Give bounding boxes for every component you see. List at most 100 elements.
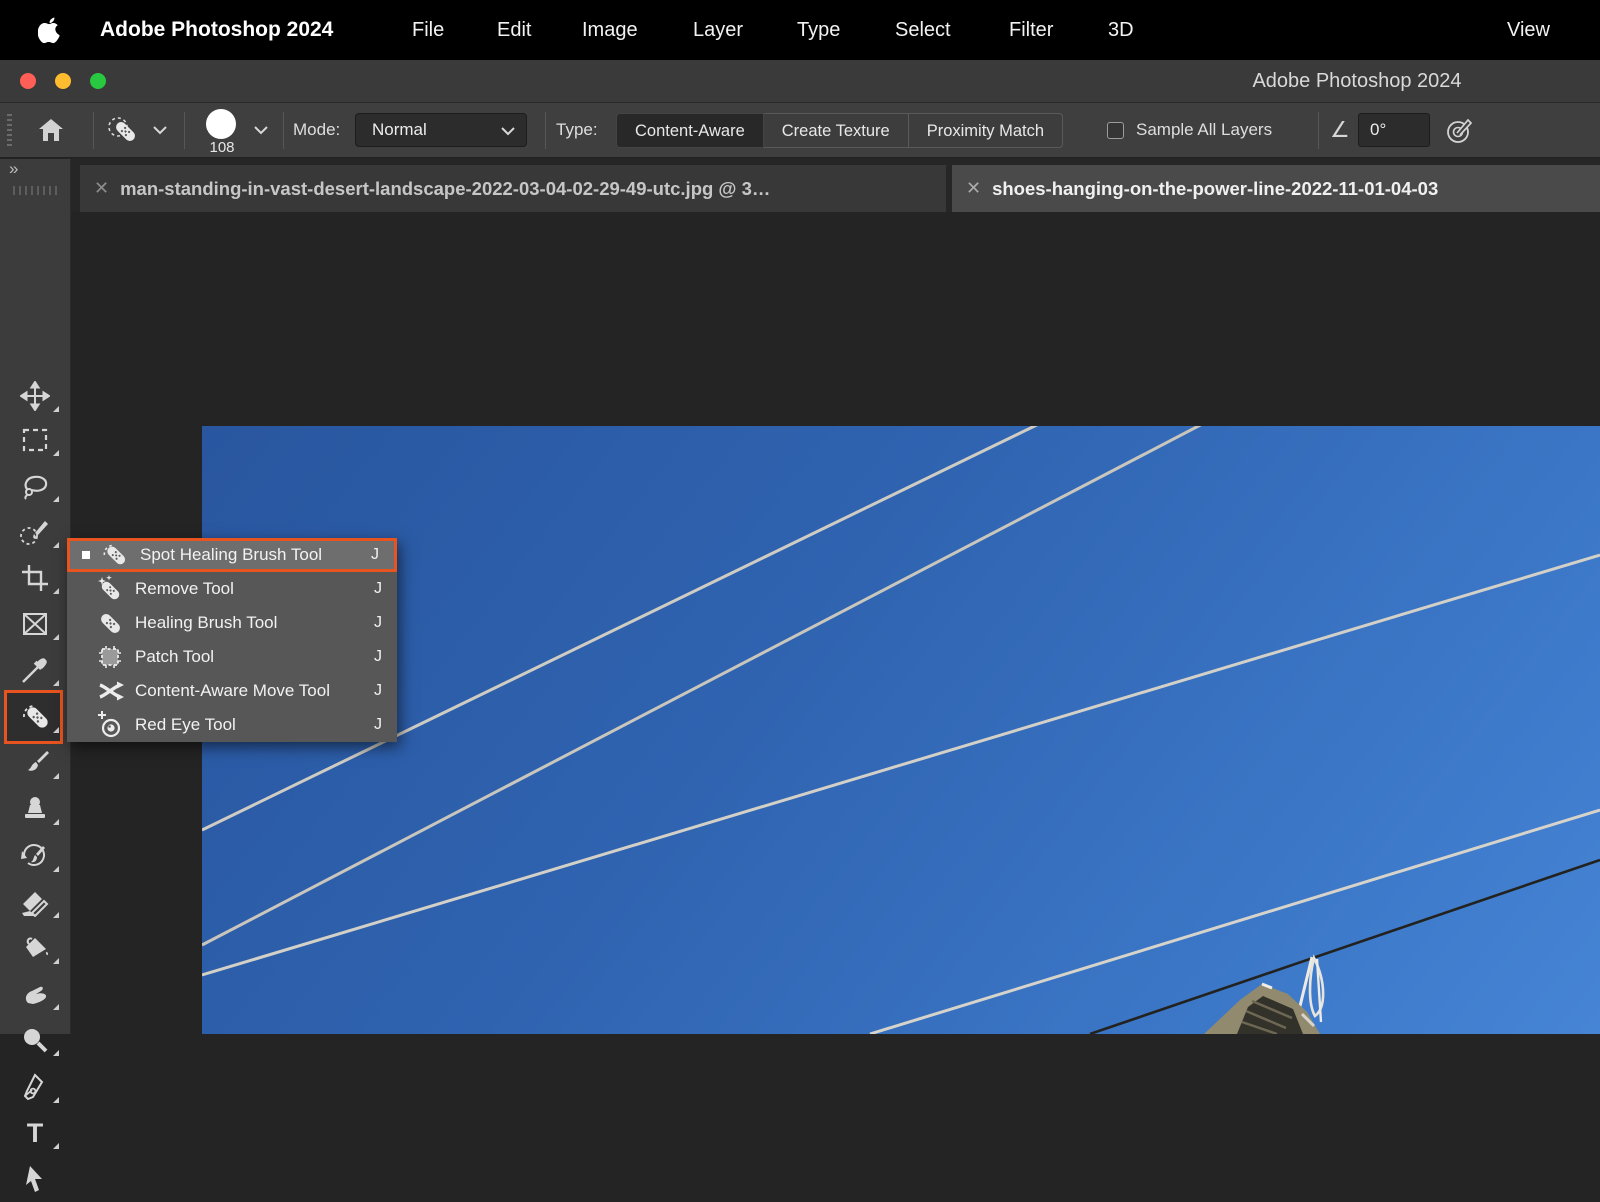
separator — [1318, 112, 1319, 149]
menu-edit[interactable]: Edit — [497, 0, 531, 60]
mode-dropdown[interactable]: Normal — [355, 113, 527, 147]
type-tool[interactable]: T — [0, 1110, 70, 1156]
tools-panel: » — [0, 159, 71, 1034]
menu-image[interactable]: Image — [582, 0, 638, 60]
spot-healing-brush-tool[interactable] — [0, 694, 70, 740]
rectangular-marquee-tool[interactable] — [0, 417, 70, 463]
flyout-item-shortcut: J — [371, 546, 379, 564]
flyout-item-label: Remove Tool — [135, 579, 234, 599]
separator — [93, 112, 94, 149]
patch-tool-icon — [96, 643, 124, 671]
content-aware-button[interactable]: Content-Aware — [616, 113, 764, 148]
path-selection-tool[interactable] — [0, 1156, 70, 1202]
tab-shoes-power-line[interactable]: ✕ shoes-hanging-on-the-power-line-2022-1… — [952, 165, 1600, 212]
separator — [545, 112, 546, 149]
brush-preview[interactable] — [206, 109, 236, 139]
frame-tool[interactable] — [0, 601, 70, 647]
sample-all-layers-checkbox[interactable] — [1107, 122, 1124, 139]
gradient-tool[interactable] — [0, 925, 70, 971]
eraser-tool[interactable] — [0, 879, 70, 925]
crop-tool[interactable] — [0, 555, 70, 601]
tab-man-standing-desert[interactable]: ✕ man-standing-in-vast-desert-landscape-… — [80, 165, 946, 212]
menu-layer[interactable]: Layer — [693, 0, 743, 60]
proximity-match-button[interactable]: Proximity Match — [909, 113, 1063, 148]
flyout-item-healing-brush[interactable]: Healing Brush Tool J — [67, 606, 397, 640]
flyout-item-shortcut: J — [374, 614, 382, 632]
type-tool-glyph: T — [27, 1118, 44, 1149]
close-window-button[interactable] — [20, 73, 36, 89]
separator — [283, 112, 284, 149]
lasso-tool[interactable] — [0, 463, 70, 509]
flyout-item-patch-tool[interactable]: Patch Tool J — [67, 640, 397, 674]
angle-input[interactable]: 0° — [1358, 113, 1430, 147]
flyout-item-shortcut: J — [374, 580, 382, 598]
spot-healing-brush-icon — [99, 541, 129, 569]
flyout-item-label: Red Eye Tool — [135, 715, 236, 735]
power-lines-and-shoe — [202, 426, 1600, 1034]
tab-label: man-standing-in-vast-desert-landscape-20… — [120, 178, 770, 200]
red-eye-tool-icon — [96, 711, 124, 739]
content-aware-move-icon — [96, 677, 124, 705]
healing-brush-icon — [96, 609, 124, 637]
sample-all-layers-label: Sample All Layers — [1136, 103, 1272, 157]
menu-select[interactable]: Select — [895, 0, 951, 60]
flyout-item-label: Spot Healing Brush Tool — [140, 545, 322, 565]
healing-tools-flyout-menu: Spot Healing Brush Tool J Remove Tool J … — [67, 538, 397, 742]
angle-icon: ∠ — [1330, 103, 1350, 157]
type-button-group: Content-Aware Create Texture Proximity M… — [616, 113, 1063, 148]
current-tool-bullet — [82, 551, 90, 559]
toolbar-grip[interactable] — [13, 186, 57, 195]
flyout-item-content-aware-move[interactable]: Content-Aware Move Tool J — [67, 674, 397, 708]
menu-file[interactable]: File — [412, 0, 444, 60]
window-title-bar: Adobe Photoshop 2024 — [0, 60, 1600, 103]
chevron-down-icon — [500, 126, 516, 136]
flyout-item-label: Healing Brush Tool — [135, 613, 277, 633]
brush-tool[interactable] — [0, 740, 70, 786]
history-brush-tool[interactable] — [0, 833, 70, 879]
close-icon[interactable]: ✕ — [966, 178, 981, 199]
window-title: Adobe Photoshop 2024 — [1227, 60, 1487, 102]
pressure-pen-icon[interactable] — [1444, 116, 1474, 146]
flyout-item-spot-healing-brush[interactable]: Spot Healing Brush Tool J — [67, 538, 397, 572]
menu-type[interactable]: Type — [797, 0, 840, 60]
mode-value: Normal — [372, 120, 427, 139]
flyout-item-shortcut: J — [374, 648, 382, 666]
flyout-item-label: Content-Aware Move Tool — [135, 681, 330, 701]
minimize-window-button[interactable] — [55, 73, 71, 89]
zoom-window-button[interactable] — [90, 73, 106, 89]
document-tab-bar: ✕ man-standing-in-vast-desert-landscape-… — [0, 159, 1600, 212]
pen-tool[interactable] — [0, 1064, 70, 1110]
close-icon[interactable]: ✕ — [94, 178, 109, 199]
object-selection-tool[interactable] — [0, 509, 70, 555]
clone-stamp-tool[interactable] — [0, 786, 70, 832]
brush-size-value: 108 — [196, 139, 248, 156]
collapse-panel-icon[interactable]: » — [9, 159, 19, 179]
flyout-item-red-eye-tool[interactable]: Red Eye Tool J — [67, 708, 397, 742]
chevron-down-icon[interactable] — [253, 125, 269, 135]
photo-canvas[interactable] — [202, 426, 1600, 1034]
flyout-item-shortcut: J — [374, 716, 382, 734]
separator — [184, 112, 185, 149]
apple-menu-icon[interactable] — [38, 16, 62, 44]
flyout-item-shortcut: J — [374, 682, 382, 700]
options-bar-grip[interactable] — [7, 114, 12, 147]
macos-menu-bar: Adobe Photoshop 2024 File Edit Image Lay… — [0, 0, 1600, 60]
tab-label: shoes-hanging-on-the-power-line-2022-11-… — [992, 178, 1438, 200]
type-label: Type: — [556, 103, 598, 157]
menu-view[interactable]: View — [1507, 0, 1550, 60]
move-tool[interactable] — [0, 373, 70, 419]
create-texture-button[interactable]: Create Texture — [764, 113, 909, 148]
dodge-tool[interactable] — [0, 1017, 70, 1063]
mode-label: Mode: — [293, 103, 340, 157]
smudge-tool[interactable] — [0, 971, 70, 1017]
flyout-item-label: Patch Tool — [135, 647, 214, 667]
chevron-down-icon[interactable] — [152, 125, 168, 135]
menu-filter[interactable]: Filter — [1009, 0, 1053, 60]
menu-3d[interactable]: 3D — [1108, 0, 1134, 60]
tool-options-bar: 108 Mode: Normal Type: Content-Aware Cre… — [0, 103, 1600, 158]
tool-preset-bandaid-icon[interactable] — [104, 114, 144, 148]
app-name[interactable]: Adobe Photoshop 2024 — [100, 0, 333, 60]
flyout-item-remove-tool[interactable]: Remove Tool J — [67, 572, 397, 606]
eyedropper-tool[interactable] — [0, 647, 70, 693]
home-icon[interactable] — [36, 115, 66, 145]
